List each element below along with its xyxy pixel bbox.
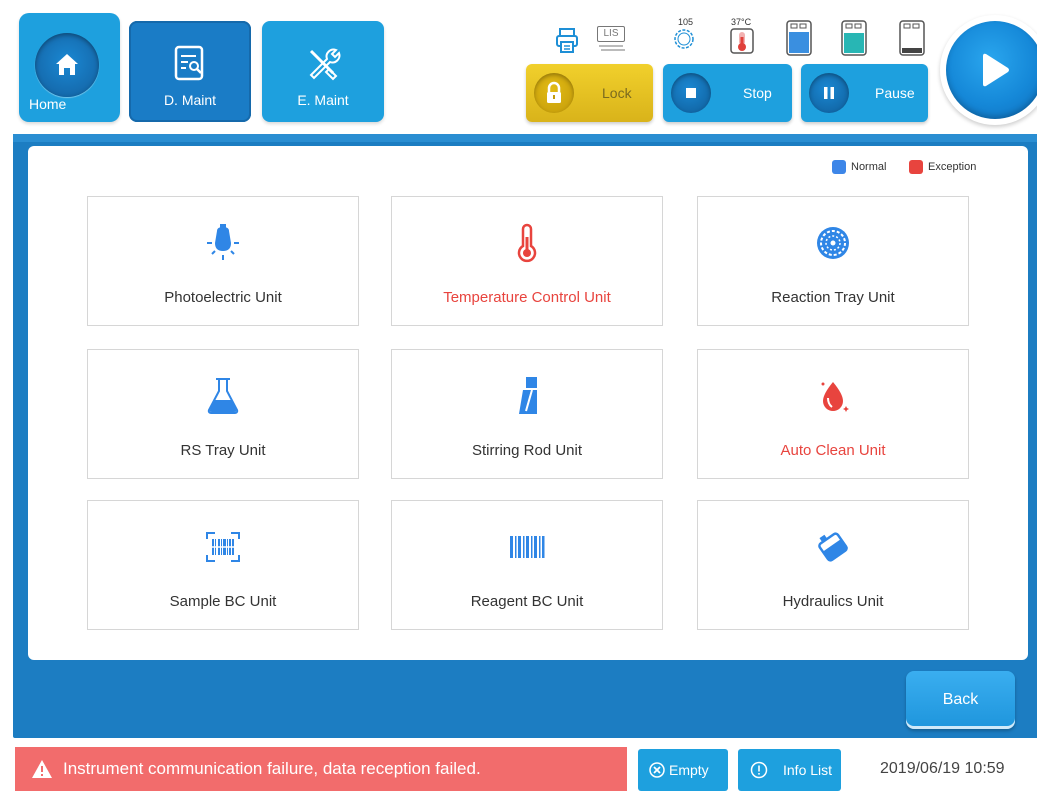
- pause-label: Pause: [875, 85, 915, 101]
- home-label: Home: [29, 96, 67, 112]
- stop-icon-circle: [671, 73, 711, 113]
- lock-label: Lock: [602, 85, 632, 101]
- reagent-bottle-icon[interactable]: [786, 20, 812, 56]
- barcode-icon: [510, 536, 545, 558]
- lock-button[interactable]: Lock: [526, 64, 653, 122]
- temperature-status-icon[interactable]: [730, 28, 754, 54]
- stop-label: Stop: [743, 85, 772, 101]
- clear-circle-icon: [649, 762, 665, 778]
- stop-icon: [686, 88, 696, 98]
- daily-maint-label: D. Maint: [163, 92, 217, 108]
- padlock-icon: [547, 81, 561, 103]
- unit-name: Temperature Control Unit: [443, 289, 611, 306]
- unit-name: Reaction Tray Unit: [771, 289, 895, 306]
- legend-exception-label: Exception: [928, 161, 977, 173]
- back-button[interactable]: Back: [906, 671, 1015, 729]
- info-list-button[interactable]: Info List: [738, 749, 841, 791]
- run-button[interactable]: [940, 15, 1037, 125]
- stop-button[interactable]: Stop: [663, 64, 792, 122]
- printer-icon[interactable]: [556, 27, 578, 55]
- barcode-scan-icon: [206, 532, 240, 562]
- waste-bottle-icon[interactable]: [899, 20, 925, 56]
- legend-normal-label: Normal: [851, 161, 887, 173]
- unit-card-reaction-tray[interactable]: Reaction Tray Unit: [697, 196, 969, 326]
- flask-icon: [207, 378, 239, 414]
- tools-icon: [309, 48, 341, 81]
- empty-button[interactable]: Empty: [638, 749, 728, 791]
- temperature-value: 37°C: [731, 17, 752, 27]
- unit-card-reagent-bc[interactable]: Reagent BC Unit: [391, 500, 663, 630]
- home-icon: [56, 54, 78, 75]
- droplet-icon: [821, 382, 849, 412]
- unit-card-temperature-control[interactable]: Temperature Control Unit: [391, 196, 663, 326]
- unit-card-auto-clean[interactable]: Auto Clean Unit: [697, 349, 969, 479]
- unit-card-hydraulics[interactable]: Hydraulics Unit: [697, 500, 969, 630]
- lock-icon-circle: [534, 73, 574, 113]
- unit-name: Reagent BC Unit: [470, 593, 584, 610]
- legend-normal-swatch: [832, 160, 846, 174]
- alarm-bar[interactable]: Instrument communication failure, data r…: [15, 747, 627, 791]
- run-button-face: [946, 21, 1037, 119]
- unit-name: Auto Clean Unit: [780, 442, 886, 459]
- count-value: 105: [678, 17, 694, 27]
- main-panel-topbar: [13, 134, 1037, 142]
- play-icon: [983, 53, 1009, 87]
- thermometer-icon: [517, 223, 537, 263]
- legend-exception-swatch: [909, 160, 923, 174]
- maintenance-log-icon: [174, 45, 204, 81]
- unit-name: Photoelectric Unit: [164, 289, 282, 306]
- pause-button[interactable]: Pause: [801, 64, 928, 122]
- warning-icon: [32, 760, 52, 778]
- lamp-icon: [207, 224, 239, 260]
- reaction-disk-status-icon[interactable]: [669, 29, 699, 49]
- wash-solution-bottle-icon[interactable]: [841, 20, 867, 56]
- lis-label: LIS: [597, 26, 625, 42]
- empty-label: Empty: [669, 762, 709, 778]
- engineer-maint-label: E. Maint: [297, 92, 349, 108]
- info-icon: [750, 761, 768, 779]
- unit-name: RS Tray Unit: [180, 442, 266, 459]
- unit-name: Sample BC Unit: [169, 593, 277, 610]
- info-list-label: Info List: [783, 762, 833, 778]
- lis-link-icon: [599, 45, 625, 51]
- unit-name: Stirring Rod Unit: [471, 442, 583, 459]
- home-button[interactable]: Home: [19, 13, 120, 122]
- unit-card-rs-tray[interactable]: RS Tray Unit: [87, 349, 359, 479]
- alarm-text: Instrument communication failure, data r…: [63, 759, 481, 778]
- engineer-maint-tab[interactable]: E. Maint: [262, 21, 384, 122]
- unit-card-stirring-rod[interactable]: Stirring Rod Unit: [391, 349, 663, 479]
- home-icon-circle: [35, 33, 99, 97]
- stirring-rod-icon: [519, 377, 537, 414]
- datetime-display: 2019/06/19 10:59: [880, 760, 1005, 777]
- pause-icon: [824, 87, 834, 99]
- pause-icon-circle: [809, 73, 849, 113]
- unit-name: Hydraulics Unit: [782, 593, 884, 610]
- liquid-container-icon: [818, 532, 848, 562]
- daily-maint-tab[interactable]: D. Maint: [129, 21, 251, 122]
- lis-status[interactable]: LIS: [595, 26, 627, 54]
- reaction-tray-icon: [817, 227, 849, 259]
- unit-card-sample-bc[interactable]: Sample BC Unit: [87, 500, 359, 630]
- unit-card-photoelectric[interactable]: Photoelectric Unit: [87, 196, 359, 326]
